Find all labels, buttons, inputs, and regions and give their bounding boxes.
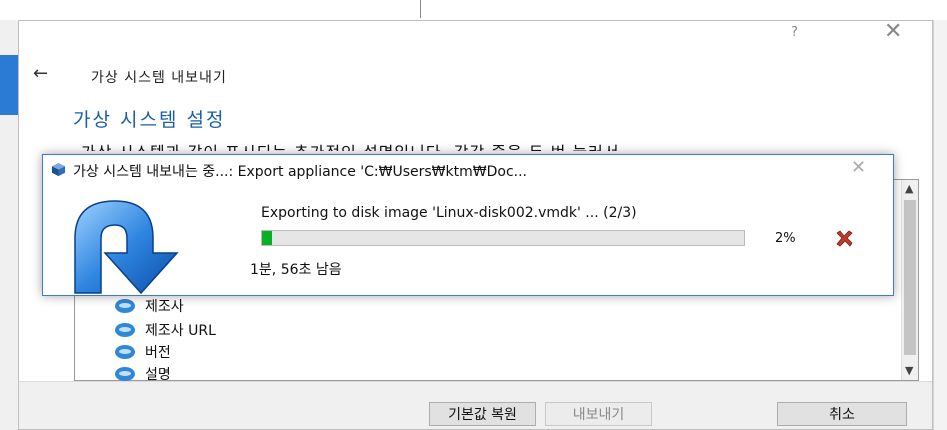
export-progress-dialog: 가상 시스템 내보내는 중...: Export appliance 'C:₩U… (42, 154, 894, 296)
speech-bubble-icon (115, 299, 135, 313)
speech-bubble-icon (115, 323, 135, 337)
vertical-scrollbar[interactable]: ▲ ▼ (901, 180, 918, 380)
speech-bubble-icon (115, 345, 135, 359)
wizard-title: 가상 시스템 내보내기 (91, 70, 227, 86)
export-arrow-icon (74, 200, 179, 295)
background-right-panel (933, 20, 947, 430)
progress-close-icon[interactable]: ✕ (851, 157, 866, 178)
background-window-strip (0, 0, 947, 20)
cancel-button[interactable]: 취소 (777, 402, 907, 426)
progress-bar-fill (262, 231, 272, 245)
export-button[interactable]: 내보내기 (545, 402, 652, 426)
list-item-label: 제조사 URL (145, 323, 216, 339)
progress-operation-text: Exporting to disk image 'Linux-disk002.v… (261, 205, 637, 221)
accent-bar (0, 55, 18, 115)
divider (420, 0, 421, 18)
background-left-panel (0, 20, 18, 430)
time-remaining: 1분, 56초 남음 (250, 262, 342, 278)
cancel-operation-icon[interactable] (833, 227, 855, 249)
button-bar: 기본값 복원 내보내기 취소 (19, 381, 932, 429)
list-item-label: 버전 (145, 345, 171, 361)
progress-dialog-title: 가상 시스템 내보내는 중...: Export appliance 'C:₩U… (73, 164, 527, 180)
help-button[interactable]: ? (791, 25, 798, 40)
virtualbox-cube-icon (51, 162, 66, 177)
restore-defaults-button[interactable]: 기본값 복원 (429, 402, 536, 426)
close-button[interactable]: ✕ (884, 21, 902, 43)
progress-bar (261, 230, 745, 246)
scroll-thumb[interactable] (904, 200, 916, 355)
list-item[interactable]: 제조사 URL (115, 320, 216, 340)
scroll-up-icon[interactable]: ▲ (905, 182, 913, 195)
page-description: 가상 시스템과 같이 표시되는 추가적인 설명입니다. 각각 줄을 두 번 눌러… (81, 139, 620, 151)
back-arrow-icon[interactable]: ← (33, 65, 48, 83)
scroll-down-icon[interactable]: ▼ (905, 364, 913, 377)
page-heading: 가상 시스템 설정 (73, 109, 226, 131)
progress-percent: 2% (775, 231, 796, 246)
speech-bubble-icon (115, 367, 135, 381)
list-item[interactable]: 버전 (115, 342, 171, 362)
